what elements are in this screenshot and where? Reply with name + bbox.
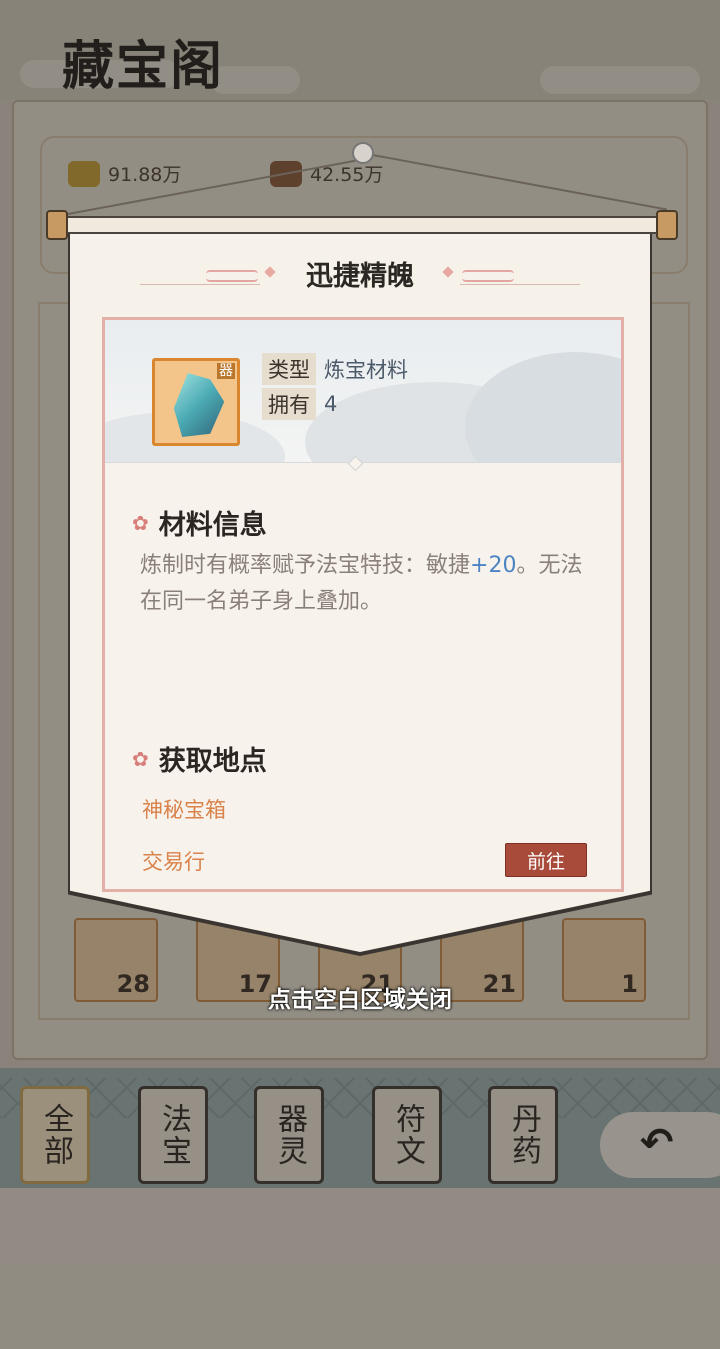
flower-icon: ✿ (132, 510, 149, 535)
item-owned-value: 4 (324, 392, 338, 416)
source-location[interactable]: 神秘宝箱 (142, 794, 226, 824)
mountain-decoration (465, 352, 621, 462)
item-owned-label: 拥有 (262, 388, 316, 420)
scroll-hook (352, 142, 374, 164)
close-hint: 点击空白区域关闭 (268, 987, 452, 1013)
item-type-row: 类型 炼宝材料 (262, 353, 408, 385)
material-description: 炼制时有概率赋予法宝特技：敏捷+20。无法在同一名弟子身上叠加。 (140, 548, 590, 620)
crystal-graphic (173, 373, 225, 437)
description-highlight: +20 (470, 553, 517, 578)
source-title: 获取地点 (158, 746, 267, 777)
description-text: 炼制时有概率赋予法宝特技：敏捷 (140, 553, 471, 578)
item-owned-row: 拥有 4 (262, 388, 337, 420)
scroll-rod (52, 216, 668, 234)
material-info-title: 材料信息 (158, 510, 267, 541)
item-type-label: 类型 (262, 353, 316, 385)
go-button[interactable]: 前往 (505, 843, 587, 877)
source-location[interactable]: 交易行 (142, 846, 205, 876)
item-name: 迅捷精魄 (306, 261, 414, 292)
game-screen: 藏宝阁 91.88万 42.55万 28 17 21 21 1 全部 法宝 器灵… (0, 0, 720, 1349)
rod-cap (46, 210, 68, 240)
item-type-badge-icon: 器 (217, 363, 235, 379)
source-heading: ✿ 获取地点 (132, 739, 267, 778)
rod-cap (656, 210, 678, 240)
item-type-value: 炼宝材料 (324, 358, 408, 382)
material-info-heading: ✿ 材料信息 (132, 503, 267, 542)
crystal-shard-icon: 器 (152, 358, 240, 446)
flower-icon: ✿ (132, 746, 149, 771)
